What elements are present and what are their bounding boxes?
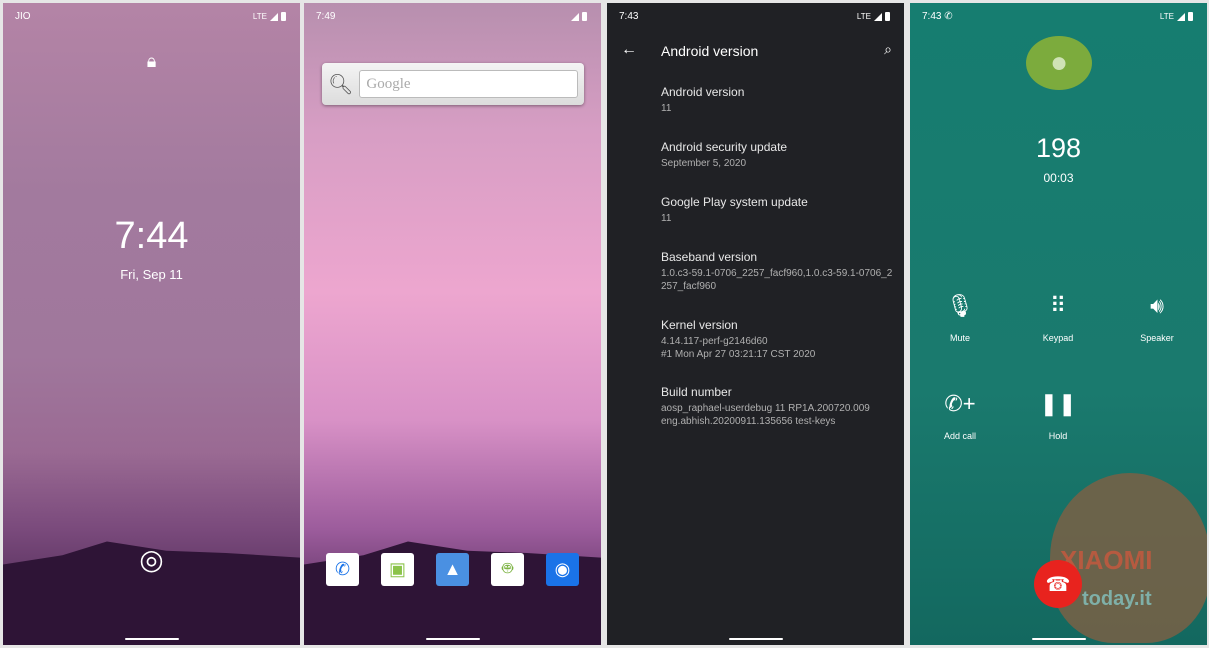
mute-label: Mute bbox=[949, 333, 970, 343]
page-title: Android version bbox=[661, 43, 759, 59]
wallpaper-hills bbox=[304, 541, 601, 645]
dialpad-icon: ⠿ bbox=[1049, 293, 1067, 318]
google-search-widget[interactable]: 🔍︎ Google bbox=[322, 63, 584, 105]
nav-handle[interactable] bbox=[1031, 638, 1086, 640]
item-value: 4.14.117-perf-g2146d60 #1 Mon Apr 27 03:… bbox=[661, 336, 816, 360]
battery-icon bbox=[582, 12, 587, 21]
add-call-button[interactable]: ✆+ Add call bbox=[920, 391, 1000, 441]
search-input[interactable]: Google bbox=[359, 70, 578, 98]
battery-icon bbox=[885, 12, 890, 21]
in-call-screen: 7:43 ✆ LTE ● 198 00:03 🎙︎ Mute ⠿ Keypad 🔊︎… bbox=[910, 3, 1207, 645]
caller-number: 198 bbox=[1035, 133, 1082, 163]
speaker-button[interactable]: 🔊︎ Speaker bbox=[1117, 293, 1197, 343]
list-item[interactable]: Google Play system update 11 bbox=[661, 195, 894, 225]
status-time: 7:43 ✆ bbox=[922, 11, 953, 22]
signal-icon bbox=[270, 12, 278, 21]
battery-icon bbox=[1188, 12, 1193, 21]
carrier-label: JIO bbox=[15, 11, 31, 22]
signal-icon bbox=[571, 12, 579, 21]
battery-icon bbox=[281, 12, 286, 21]
item-value: aosp_raphael-userdebug 11 RP1A.200720.00… bbox=[661, 403, 870, 427]
item-value: September 5, 2020 bbox=[661, 158, 747, 169]
item-value: 11 bbox=[661, 213, 672, 224]
messaging-app-icon[interactable]: ▣ bbox=[381, 553, 414, 586]
item-title: Android version bbox=[661, 85, 745, 99]
list-item[interactable]: Baseband version 1.0.c3-59.1-0706_2257_fa… bbox=[661, 250, 894, 293]
gallery-app-icon[interactable]: ▲ bbox=[436, 553, 469, 586]
speaker-label: Speaker bbox=[1140, 333, 1174, 343]
list-item[interactable]: Android security update September 5, 2020 bbox=[661, 140, 894, 170]
search-icon[interactable]: ⌕ bbox=[884, 41, 892, 58]
pause-icon: ❚❚ bbox=[1039, 391, 1077, 416]
settings-android-version: 7:43 LTE ← Android version ⌕ Android ver… bbox=[607, 3, 904, 645]
item-title: Build number bbox=[661, 385, 732, 399]
network-type: LTE bbox=[856, 12, 871, 21]
nav-handle[interactable] bbox=[124, 638, 179, 640]
item-title: Kernel version bbox=[661, 318, 738, 332]
watermark-site: today.it bbox=[1082, 588, 1152, 610]
home-screen: 7:49 🔍︎ Google ✆ ▣ ▲ 🤖︎ ◉ bbox=[304, 3, 601, 645]
item-value: 11 bbox=[661, 103, 672, 114]
add-call-label: Add call bbox=[943, 431, 977, 441]
search-icon: 🔍︎ bbox=[328, 73, 354, 96]
list-item[interactable]: Kernel version 4.14.117-perf-g2146d60 #1 … bbox=[661, 318, 894, 361]
network-type: LTE bbox=[1159, 12, 1174, 21]
date: Fri, Sep 11 bbox=[120, 267, 183, 282]
android-app-icon[interactable]: 🤖︎ bbox=[491, 553, 524, 586]
item-title: Google Play system update bbox=[661, 195, 808, 209]
network-type: LTE bbox=[252, 12, 267, 21]
mute-button[interactable]: 🎙︎ Mute bbox=[920, 293, 1000, 343]
mic-off-icon: 🎙︎ bbox=[946, 293, 974, 318]
hold-label: Hold bbox=[1048, 431, 1068, 441]
item-value: 1.0.c3-59.1-0706_2257_facf960,1.0.c3-59.… bbox=[661, 268, 893, 292]
item-title: Android security update bbox=[661, 140, 788, 154]
list-item[interactable]: Android version 11 bbox=[661, 85, 894, 115]
signal-icon bbox=[874, 12, 882, 21]
phone-app-icon[interactable]: ✆ bbox=[326, 553, 359, 586]
add-call-icon: ✆+ bbox=[944, 391, 976, 416]
list-item[interactable]: Build number aosp_raphael-userdebug 11 RP… bbox=[661, 385, 894, 428]
clock: 7:44 bbox=[114, 215, 189, 257]
speaker-icon: 🔊︎ bbox=[1150, 293, 1164, 318]
back-arrow-icon[interactable]: ← bbox=[621, 41, 637, 59]
lock-screen: JIO LTE 🔒︎ 7:44 Fri, Sep 11 ◎ bbox=[3, 3, 300, 645]
end-call-button[interactable]: ☎︎ bbox=[1034, 560, 1082, 608]
fingerprint-icon[interactable]: ◎ bbox=[3, 543, 300, 576]
signal-icon bbox=[1177, 12, 1185, 21]
nav-handle[interactable] bbox=[728, 638, 783, 640]
keypad-label: Keypad bbox=[1042, 333, 1074, 343]
lock-icon: 🔒︎ bbox=[146, 51, 157, 71]
keypad-button[interactable]: ⠿ Keypad bbox=[1018, 293, 1098, 343]
item-title: Baseband version bbox=[661, 250, 758, 264]
camera-app-icon[interactable]: ◉ bbox=[546, 553, 579, 586]
call-duration: 00:03 bbox=[1043, 171, 1074, 185]
status-time: 7:49 bbox=[316, 11, 336, 22]
contact-avatar: ● bbox=[1026, 36, 1092, 90]
hang-up-icon: ☎︎ bbox=[1045, 573, 1071, 596]
hold-button[interactable]: ❚❚ Hold bbox=[1018, 391, 1098, 441]
status-time: 7:43 bbox=[619, 11, 639, 22]
nav-handle[interactable] bbox=[425, 638, 480, 640]
